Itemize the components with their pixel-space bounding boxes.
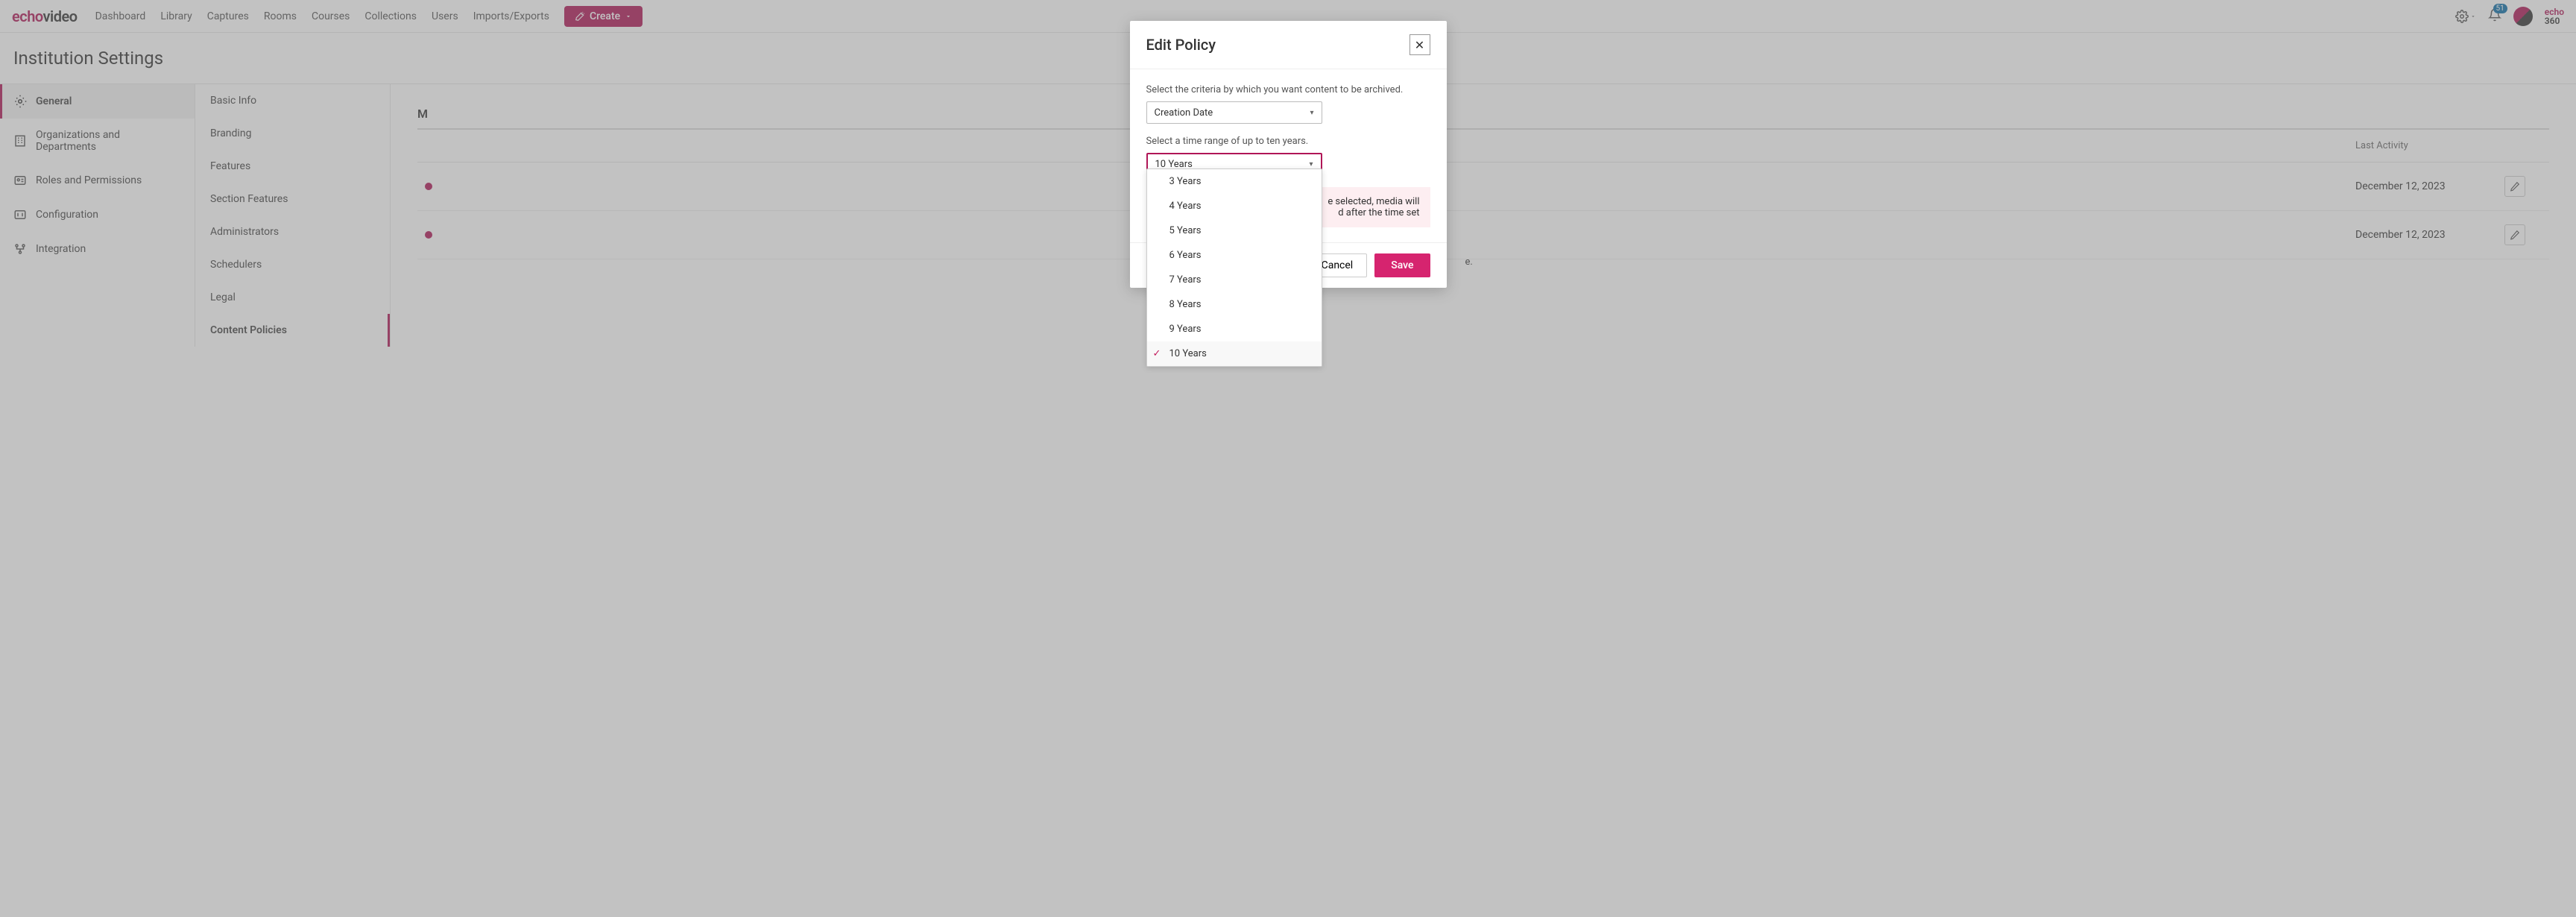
dropdown-option-4-years[interactable]: 4 Years [1147,194,1322,218]
modal-header: Edit Policy ✕ [1130,21,1447,69]
dropdown-option-label: 10 Years [1169,348,1207,359]
footnote-fragment: e. [1465,256,1473,268]
criteria-select[interactable]: Creation Date ▾ [1146,101,1322,124]
dropdown-option-7-years[interactable]: 7 Years [1147,268,1322,292]
dropdown-option-3-years[interactable]: 3 Years [1147,169,1322,194]
criteria-label: Select the criteria by which you want co… [1146,84,1430,95]
close-button[interactable]: ✕ [1409,34,1430,55]
dropdown-option-6-years[interactable]: 6 Years [1147,243,1322,268]
chevron-down-icon: ▾ [1310,109,1313,117]
chevron-down-icon: ▾ [1309,160,1313,168]
check-icon: ✓ [1153,348,1161,359]
dropdown-option-10-years[interactable]: ✓ 10 Years [1147,341,1322,366]
range-label: Select a time range of up to ten years. [1146,136,1430,147]
close-icon: ✕ [1415,38,1424,52]
edit-policy-modal: Edit Policy ✕ Select the criteria by whi… [1130,21,1447,288]
range-dropdown: 3 Years 4 Years 5 Years 6 Years 7 Years … [1146,168,1322,367]
criteria-value: Creation Date [1155,107,1213,119]
dropdown-option-8-years[interactable]: 8 Years [1147,292,1322,317]
modal-title: Edit Policy [1146,36,1216,54]
save-button[interactable]: Save [1374,253,1430,277]
dropdown-option-5-years[interactable]: 5 Years [1147,218,1322,243]
modal-overlay: Edit Policy ✕ Select the criteria by whi… [0,0,2576,917]
dropdown-option-9-years[interactable]: 9 Years [1147,317,1322,341]
